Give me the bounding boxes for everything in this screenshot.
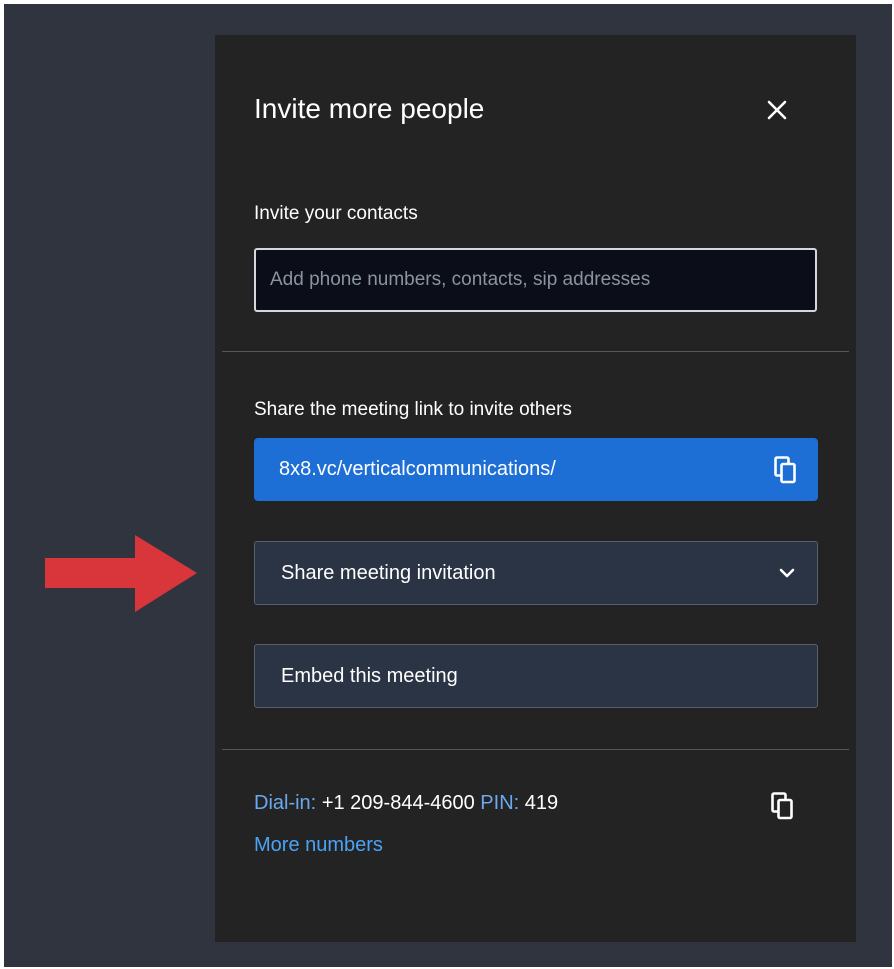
chevron-down-icon xyxy=(779,568,795,578)
invite-dialog: Invite more people Invite your contacts … xyxy=(215,35,856,942)
close-icon xyxy=(767,100,787,120)
dial-in-number: +1 209-844-4600 xyxy=(321,792,475,814)
pin-label: PIN: xyxy=(480,792,520,814)
share-invitation-label: Share meeting invitation xyxy=(281,561,496,584)
red-arrow-annotation xyxy=(45,535,197,612)
invite-contacts-input[interactable] xyxy=(254,248,817,312)
meeting-link-text: 8x8.vc/verticalcommunications/ xyxy=(279,458,556,480)
dial-in-info: Dial-in: +1 209-844-4600 PIN: 419 xyxy=(254,792,558,815)
more-numbers-link[interactable]: More numbers xyxy=(254,834,383,857)
share-link-label: Share the meeting link to invite others xyxy=(254,399,572,420)
embed-meeting-label: Embed this meeting xyxy=(281,664,458,687)
embed-meeting-button[interactable]: Embed this meeting xyxy=(254,644,818,708)
section-divider-bottom xyxy=(222,749,849,750)
dial-in-copy-button[interactable] xyxy=(771,792,793,825)
meeting-link-bar[interactable]: 8x8.vc/verticalcommunications/ xyxy=(254,438,818,501)
dialog-title: Invite more people xyxy=(254,93,485,124)
share-invitation-button[interactable]: Share meeting invitation xyxy=(254,541,818,605)
section-divider xyxy=(222,351,849,352)
invite-contacts-label: Invite your contacts xyxy=(254,203,418,224)
dial-in-label: Dial-in: xyxy=(254,792,317,814)
close-button[interactable] xyxy=(760,93,794,127)
copy-icon xyxy=(771,792,793,820)
pin-value: 419 xyxy=(524,792,559,814)
copy-icon[interactable] xyxy=(774,455,796,484)
